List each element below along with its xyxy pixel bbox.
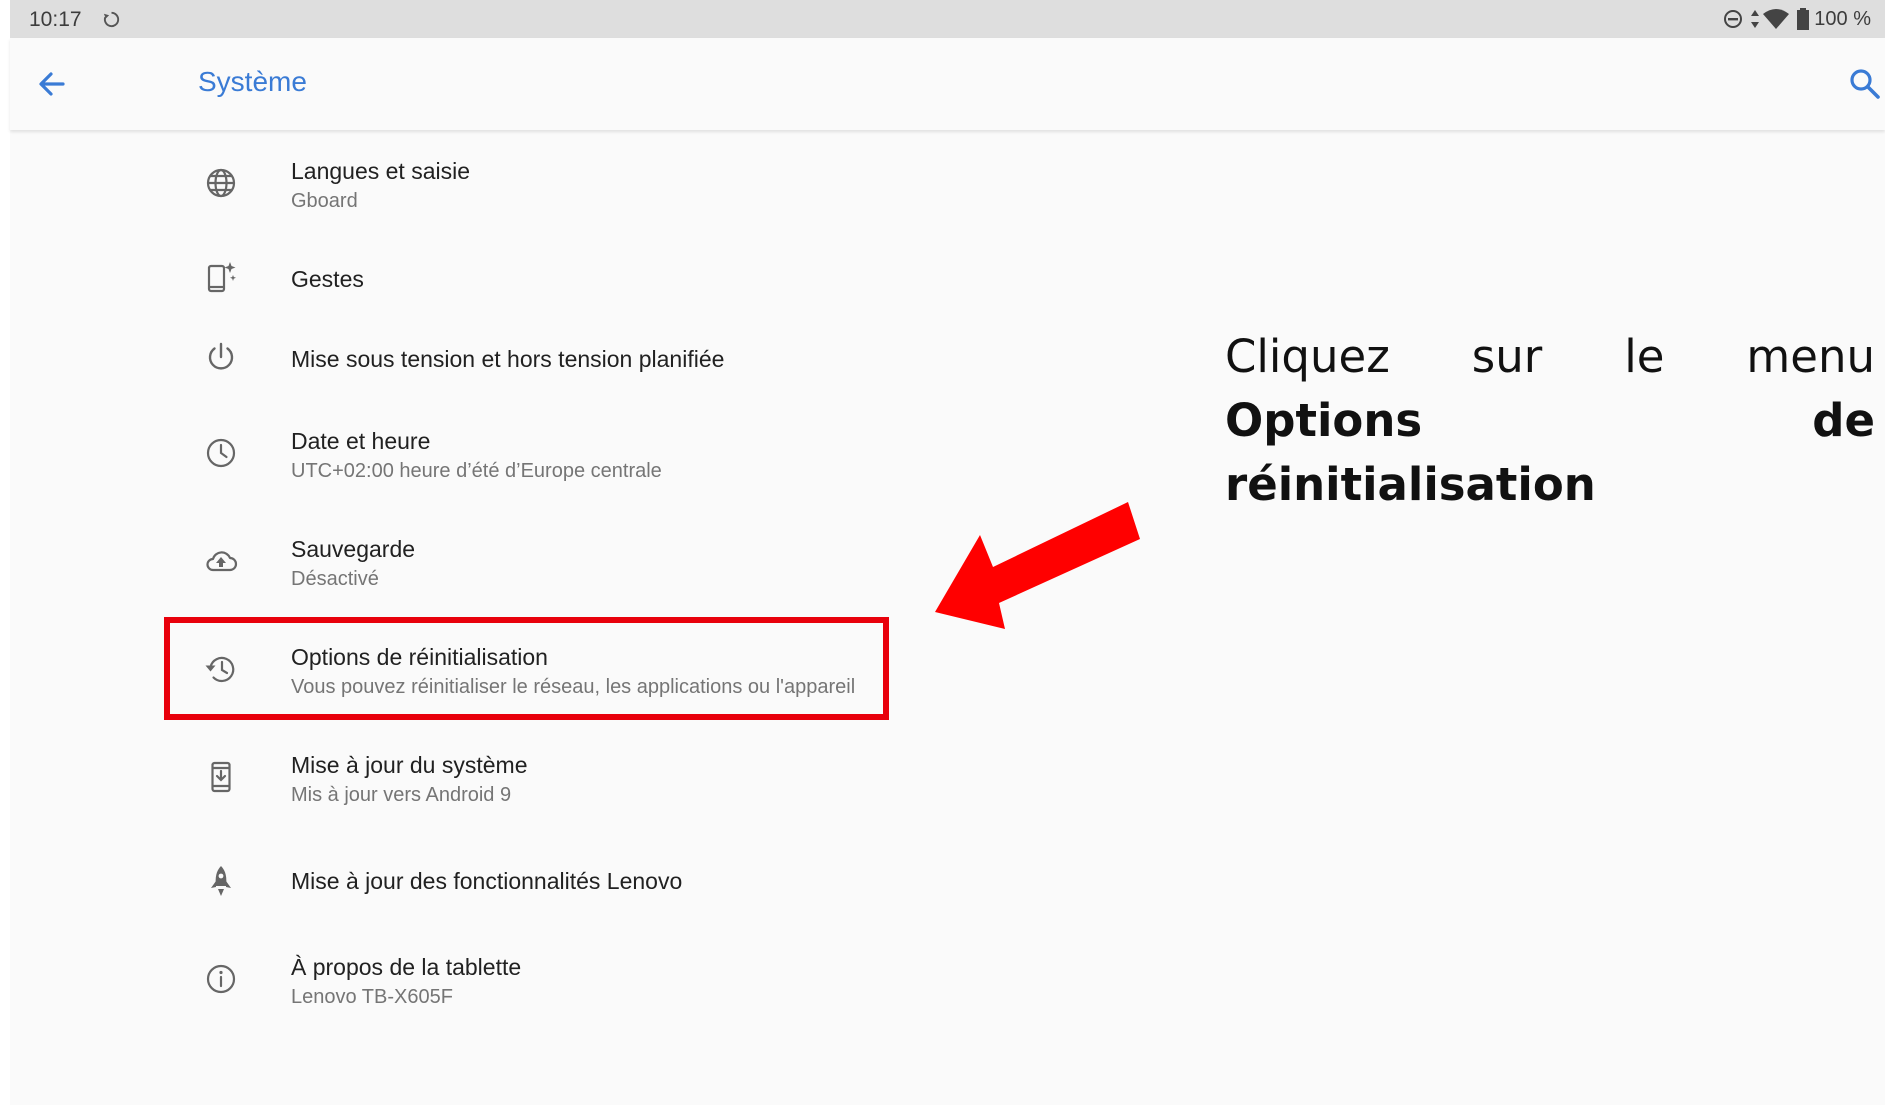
power-icon <box>204 340 238 374</box>
red-arrow-icon <box>935 502 1140 629</box>
settings-item-title: Mise à jour des fonctionnalités Lenovo <box>291 868 683 894</box>
settings-item-backup[interactable]: Sauvegarde Désactivé <box>10 520 910 616</box>
instruction-lead: Cliquez sur le menu <box>1225 330 1875 383</box>
settings-item-title: Mise sous tension et hors tension planif… <box>291 346 725 372</box>
do-not-disturb-icon <box>1724 10 1743 28</box>
settings-item-subtitle: Désactivé <box>291 568 379 590</box>
info-icon <box>204 962 238 996</box>
settings-item-scheduled-power[interactable]: Mise sous tension et hors tension planif… <box>10 322 910 402</box>
data-arrows-icon <box>1751 10 1760 28</box>
highlight-box <box>164 617 889 720</box>
settings-item-subtitle: Gboard <box>291 190 358 212</box>
settings-item-system-update[interactable]: Mise à jour du système Mis à jour vers A… <box>10 736 910 832</box>
settings-item-title: Mise à jour du système <box>291 752 528 778</box>
battery-icon <box>1797 8 1810 30</box>
settings-item-gestures[interactable]: Gestes <box>10 242 910 322</box>
app-bar: Système <box>10 38 1885 130</box>
cloud-backup-icon <box>204 544 238 578</box>
status-icons: 100 % <box>1722 7 1871 31</box>
instruction-bold: Options de réinitialisation <box>1225 394 1875 511</box>
rocket-icon <box>204 864 238 898</box>
gestures-phone-icon <box>204 260 238 294</box>
settings-item-about-tablet[interactable]: À propos de la tablette Lenovo TB-X605F <box>10 938 910 1034</box>
settings-item-subtitle: Lenovo TB-X605F <box>291 986 453 1008</box>
settings-item-title: Date et heure <box>291 428 431 454</box>
status-time: 10:17 <box>29 8 82 31</box>
sync-icon <box>103 11 120 28</box>
settings-item-title: À propos de la tablette <box>291 954 522 980</box>
back-button[interactable] <box>32 64 72 104</box>
settings-item-title: Gestes <box>291 266 364 292</box>
search-icon <box>1850 69 1880 99</box>
globe-icon <box>204 166 238 200</box>
settings-item-date-time[interactable]: Date et heure UTC+02:00 heure d’été d’Eu… <box>10 412 910 508</box>
system-update-icon <box>204 760 238 794</box>
settings-item-subtitle: UTC+02:00 heure d’été d’Europe centrale <box>291 460 662 482</box>
settings-item-languages[interactable]: Langues et saisie Gboard <box>10 142 910 238</box>
settings-item-title: Langues et saisie <box>291 158 471 184</box>
settings-item-subtitle: Mis à jour vers Android 9 <box>291 784 512 806</box>
page-title: Système <box>198 66 307 97</box>
search-button[interactable] <box>1845 64 1885 104</box>
settings-item-lenovo-features[interactable]: Mise à jour des fonctionnalités Lenovo <box>10 842 910 926</box>
clock-icon <box>204 436 238 470</box>
status-bar: 10:17 100 % <box>10 0 1885 38</box>
battery-level: 100 % <box>1814 7 1871 30</box>
wifi-icon <box>1763 9 1790 29</box>
instruction-text: Cliquez sur le menu Options de réinitial… <box>1225 325 1875 517</box>
back-arrow-icon <box>39 72 65 96</box>
settings-item-title: Sauvegarde <box>291 536 416 562</box>
